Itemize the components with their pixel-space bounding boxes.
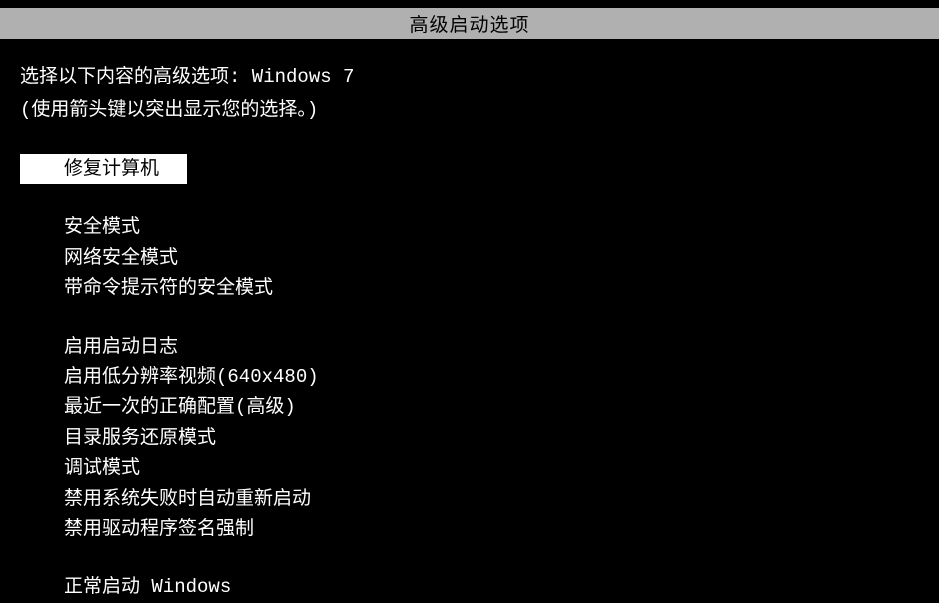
option-disable-auto-restart[interactable]: 禁用系统失败时自动重新启动 xyxy=(20,484,919,514)
option-last-known-good[interactable]: 最近一次的正确配置(高级) xyxy=(20,392,919,422)
prompt-line-2: (使用箭头键以突出显示您的选择。) xyxy=(20,96,919,125)
prompt-line-1: 选择以下内容的高级选项: Windows 7 xyxy=(20,63,919,92)
option-debug-mode[interactable]: 调试模式 xyxy=(20,453,919,483)
option-disable-driver-sig[interactable]: 禁用驱动程序签名强制 xyxy=(20,514,919,544)
option-low-res-video[interactable]: 启用低分辨率视频(640x480) xyxy=(20,362,919,392)
content-area: 选择以下内容的高级选项: Windows 7 (使用箭头键以突出显示您的选择。)… xyxy=(0,39,939,603)
options-list: 修复计算机 安全模式 网络安全模式 带命令提示符的安全模式 启用启动日志 启用低… xyxy=(20,154,919,603)
title-bar: 高级启动选项 xyxy=(0,8,939,39)
option-start-windows-normally[interactable]: 正常启动 Windows xyxy=(20,572,919,602)
option-ds-restore-mode[interactable]: 目录服务还原模式 xyxy=(20,423,919,453)
title-text: 高级启动选项 xyxy=(409,15,529,37)
option-safe-mode-cmd[interactable]: 带命令提示符的安全模式 xyxy=(20,273,919,303)
option-enable-boot-logging[interactable]: 启用启动日志 xyxy=(20,332,919,362)
option-repair-computer[interactable]: 修复计算机 xyxy=(20,154,187,184)
option-safe-mode-networking[interactable]: 网络安全模式 xyxy=(20,243,919,273)
option-safe-mode[interactable]: 安全模式 xyxy=(20,212,919,242)
